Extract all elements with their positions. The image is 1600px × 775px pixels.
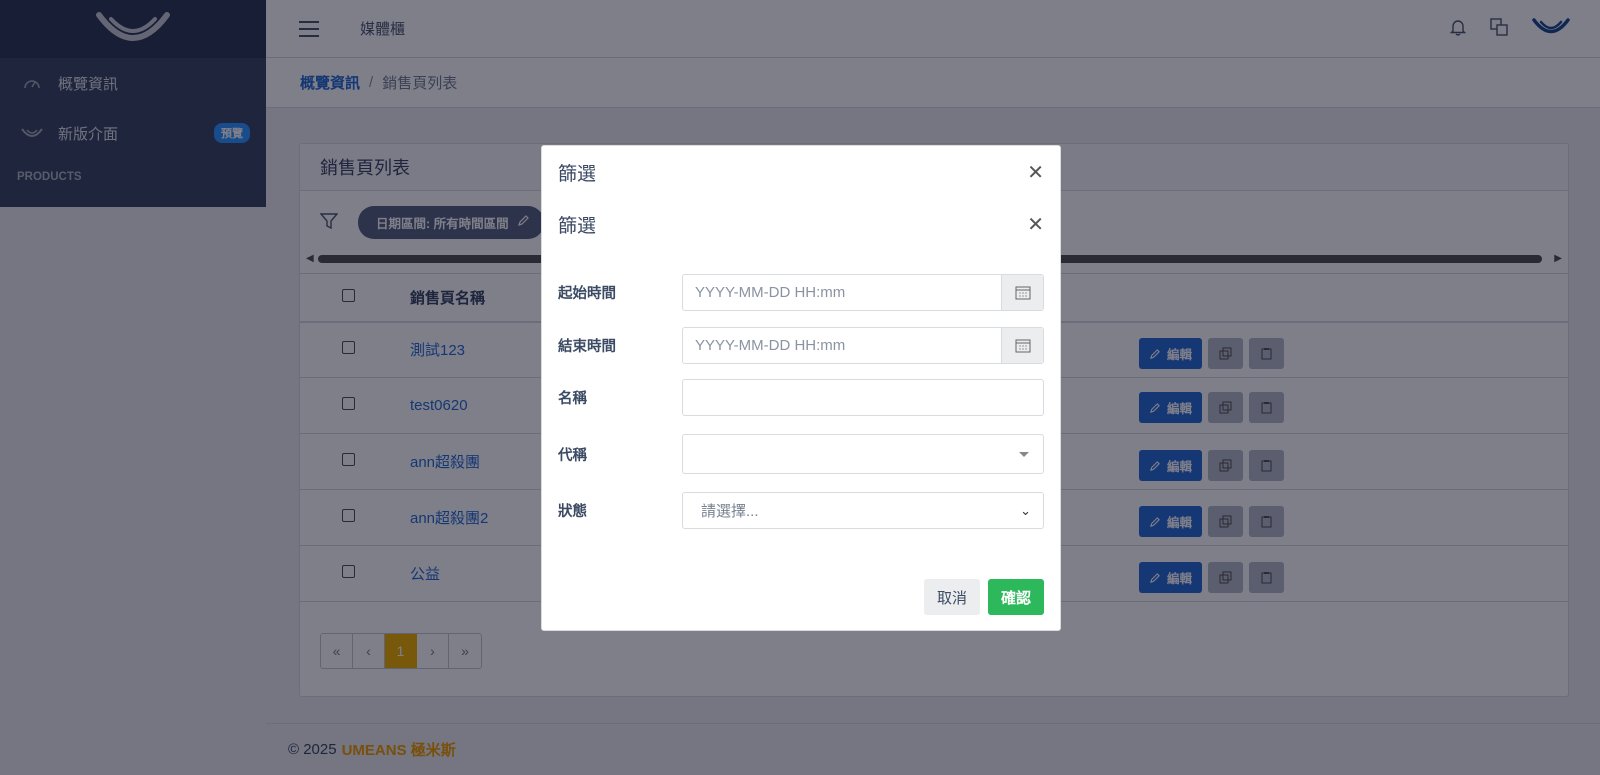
start-time-placeholder: YYYY-MM-DD HH:mm (695, 284, 846, 301)
calendar-icon[interactable] (1001, 275, 1043, 310)
name-label: 名稱 (558, 391, 587, 407)
chevron-down-icon: ⌄ (1020, 502, 1031, 518)
close-icon[interactable]: ✕ (1027, 212, 1044, 237)
start-time-input[interactable]: YYYY-MM-DD HH:mm (682, 274, 1044, 311)
status-value: 請選擇... (701, 503, 759, 520)
code-row: 代稱 (558, 434, 1044, 474)
modal-header: 篩選 ✕ (542, 146, 1060, 198)
filter-modal: 篩選 ✕ 篩選 ✕ 起始時間 YYYY-MM-DD HH:mm 結束時間 YYY… (541, 145, 1061, 631)
status-row: 狀態 請選擇... ⌄ (558, 492, 1044, 529)
close-icon[interactable]: ✕ (1027, 160, 1044, 185)
name-row: 名稱 (558, 379, 1044, 416)
end-time-input[interactable]: YYYY-MM-DD HH:mm (682, 327, 1044, 364)
confirm-button[interactable]: 確認 (987, 579, 1044, 615)
status-label: 狀態 (558, 504, 587, 520)
code-select[interactable] (682, 434, 1044, 474)
end-time-placeholder: YYYY-MM-DD HH:mm (695, 337, 846, 354)
status-select[interactable]: 請選擇... ⌄ (682, 492, 1044, 529)
modal-inner-header: 篩選 ✕ (542, 198, 1060, 250)
code-label: 代稱 (558, 447, 587, 464)
modal-title: 篩選 (558, 163, 597, 185)
end-time-label: 結束時間 (558, 339, 616, 355)
start-time-row: 起始時間 YYYY-MM-DD HH:mm (558, 274, 1044, 311)
modal-footer: 取消 確認 (923, 579, 1044, 615)
name-input[interactable] (682, 379, 1044, 416)
cancel-button[interactable]: 取消 (923, 579, 980, 615)
modal-inner-title: 篩選 (558, 215, 597, 237)
calendar-icon[interactable] (1001, 328, 1043, 363)
start-time-label: 起始時間 (558, 286, 616, 302)
end-time-row: 結束時間 YYYY-MM-DD HH:mm (558, 327, 1044, 364)
caret-down-icon (1019, 451, 1029, 457)
